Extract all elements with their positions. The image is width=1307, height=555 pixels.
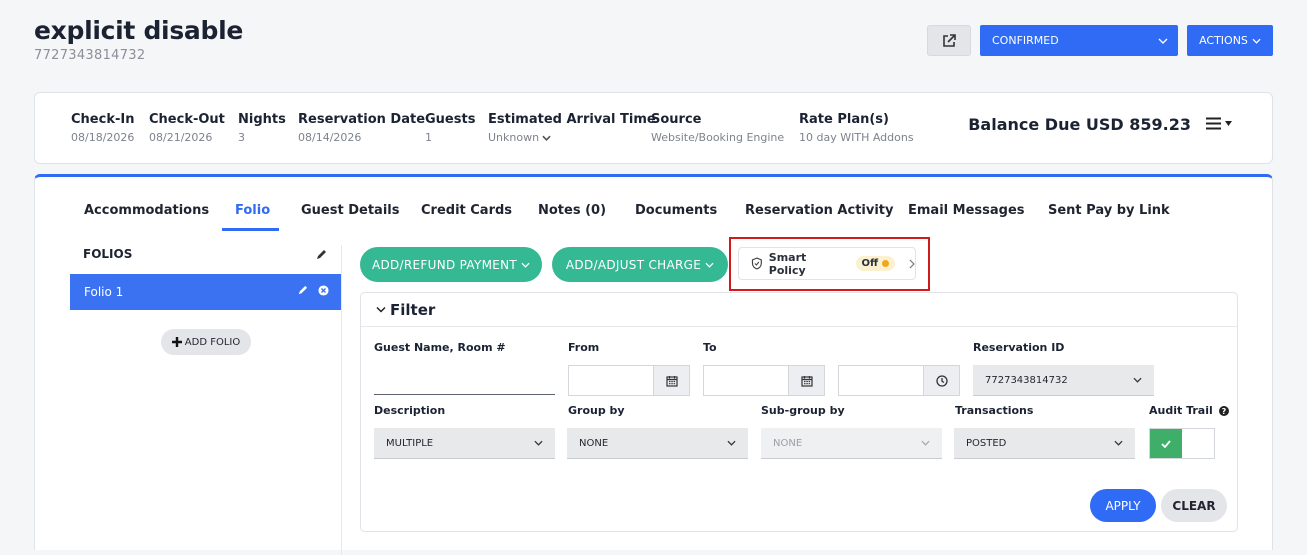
help-icon[interactable]: ?: [1218, 405, 1229, 416]
plus-icon: [171, 337, 182, 347]
status-label: CONFIRMED: [992, 34, 1059, 47]
active-tab-indicator: [222, 228, 279, 231]
calendar-icon[interactable]: [788, 366, 824, 395]
pencil-icon[interactable]: [297, 285, 308, 296]
filter-toggle[interactable]: Filter: [361, 293, 1237, 327]
check-out-info: Check-Out 08/21/2026: [149, 112, 225, 144]
hamburger-icon: [1206, 117, 1221, 130]
svg-text:?: ?: [1221, 407, 1226, 416]
transactions-label: Transactions: [955, 404, 1034, 417]
tab-documents[interactable]: Documents: [635, 203, 717, 218]
chevron-down-icon: [727, 440, 736, 446]
group-by-label: Group by: [568, 404, 625, 417]
reservation-id-label: Reservation ID: [973, 341, 1065, 354]
balance-menu-button[interactable]: [1206, 117, 1232, 130]
filter-panel: Filter Guest Name, Room # From To Reserv…: [360, 292, 1238, 532]
to-time-input[interactable]: [838, 365, 960, 396]
chevron-down-icon: [1133, 377, 1142, 383]
to-label: To: [703, 341, 717, 354]
tab-reservation-activity[interactable]: Reservation Activity: [745, 203, 893, 218]
open-external-button[interactable]: [927, 25, 971, 56]
sub-group-by-select: NONE: [761, 428, 942, 459]
audit-trail-label: Audit Trail ?: [1149, 404, 1229, 417]
eta-info: Estimated Arrival Time Unknown: [488, 112, 656, 144]
tab-guest-details[interactable]: Guest Details: [301, 203, 399, 218]
check-icon: [1150, 429, 1182, 458]
reservation-summary-card: Check-In 08/18/2026 Check-Out 08/21/2026…: [34, 92, 1273, 164]
tab-accommodations[interactable]: Accommodations: [84, 203, 209, 218]
transactions-select[interactable]: POSTED: [954, 428, 1135, 459]
description-label: Description: [374, 404, 446, 417]
tab-notes[interactable]: Notes (0): [538, 203, 606, 218]
chevron-down-icon: [705, 262, 714, 268]
highlight-box: [729, 237, 930, 291]
edit-folios-button[interactable]: [315, 246, 327, 265]
tab-folio[interactable]: Folio: [235, 203, 270, 218]
add-adjust-charge-button[interactable]: ADD/ADJUST CHARGE: [552, 247, 728, 282]
caret-down-icon: [1225, 121, 1232, 126]
sidebar-divider: [341, 245, 342, 555]
chevron-down-icon: [1114, 440, 1123, 446]
source-info: Source Website/Booking Engine: [651, 112, 785, 144]
calendar-icon[interactable]: [653, 366, 689, 395]
folio-item[interactable]: Folio 1: [70, 274, 341, 310]
filter-heading: Filter: [390, 300, 436, 319]
reservation-id-select[interactable]: 7727343814732: [973, 365, 1154, 396]
rate-plan-info: Rate Plan(s) 10 day WITH Addons: [799, 112, 914, 144]
tab-credit-cards[interactable]: Credit Cards: [421, 203, 512, 218]
eta-dropdown[interactable]: Unknown: [488, 131, 656, 144]
folios-heading: FOLIOS: [83, 247, 133, 261]
to-date-input[interactable]: [703, 365, 825, 396]
reservation-date-info: Reservation Date 08/14/2026: [298, 112, 426, 144]
add-folio-label: ADD FOLIO: [184, 336, 241, 348]
chevron-down-icon: [542, 135, 551, 141]
status-dropdown[interactable]: CONFIRMED: [980, 25, 1178, 56]
external-link-icon: [943, 33, 956, 47]
from-label: From: [568, 341, 600, 354]
actions-button[interactable]: ACTIONS: [1187, 25, 1273, 56]
add-refund-payment-button[interactable]: ADD/REFUND PAYMENT: [360, 247, 542, 282]
page-title: explicit disable: [34, 16, 243, 45]
folio-item-label: Folio 1: [84, 285, 124, 299]
balance-due: Balance Due USD 859.23: [968, 115, 1191, 134]
nights-info: Nights 3: [238, 112, 286, 144]
apply-button[interactable]: APPLY: [1090, 489, 1156, 522]
pencil-icon: [317, 250, 326, 259]
chevron-down-icon: [1252, 38, 1261, 44]
chevron-down-icon: [376, 306, 386, 313]
actions-label: ACTIONS: [1199, 34, 1248, 47]
check-in-info: Check-In 08/18/2026: [71, 112, 135, 144]
clear-button[interactable]: CLEAR: [1161, 489, 1227, 522]
from-date-input[interactable]: [568, 365, 690, 396]
tab-sent-pay-by-link[interactable]: Sent Pay by Link: [1048, 203, 1170, 218]
guest-name-label: Guest Name, Room #: [374, 341, 506, 354]
group-by-select[interactable]: NONE: [567, 428, 748, 459]
add-folio-button[interactable]: ADD FOLIO: [161, 329, 251, 355]
reservation-number: 7727343814732: [34, 48, 146, 63]
close-circle-icon[interactable]: [318, 285, 329, 296]
clock-icon[interactable]: [923, 366, 959, 395]
tab-email-messages[interactable]: Email Messages: [908, 203, 1025, 218]
chevron-down-icon: [1158, 38, 1168, 44]
sub-group-by-label: Sub-group by: [761, 404, 845, 417]
guests-info: Guests 1: [425, 112, 476, 144]
chevron-down-icon: [534, 440, 543, 446]
chevron-down-icon: [521, 262, 530, 268]
description-select[interactable]: MULTIPLE: [374, 428, 555, 459]
guest-name-input[interactable]: [374, 371, 555, 395]
audit-trail-toggle[interactable]: [1149, 428, 1215, 459]
chevron-down-icon: [921, 440, 930, 446]
folio-panel: Accommodations Folio Guest Details Credi…: [34, 174, 1273, 555]
